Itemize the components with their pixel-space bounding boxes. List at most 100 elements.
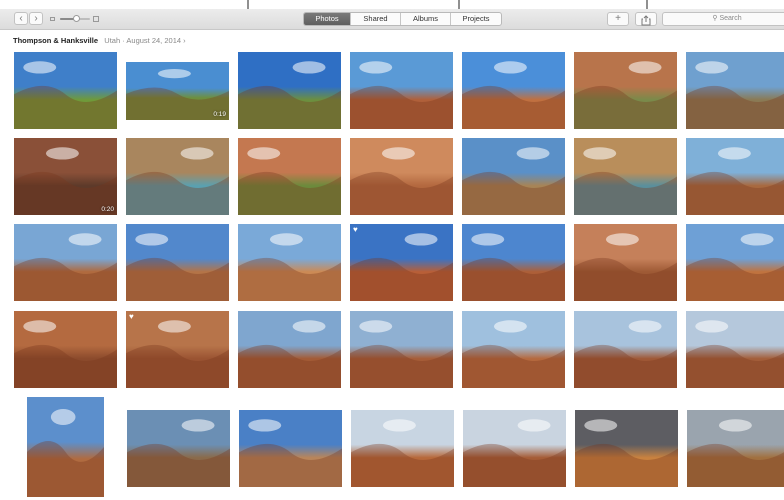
chevron-right-icon: › (34, 13, 38, 24)
photo-scene (686, 147, 784, 215)
forward-button[interactable]: › (29, 12, 43, 25)
photo-scene (462, 61, 565, 129)
photo-thumbnail[interactable] (14, 311, 117, 388)
photo-thumbnail[interactable] (686, 52, 784, 129)
photo-scene (574, 61, 677, 129)
photo-scene (350, 233, 453, 301)
photo-thumbnail[interactable]: ♥ (350, 224, 453, 301)
photo-thumbnail[interactable]: ♥ (126, 311, 229, 388)
photo-thumbnail[interactable] (238, 224, 341, 301)
photo-scene (351, 419, 454, 487)
photo-scene (238, 320, 341, 388)
plus-icon: + (615, 13, 621, 24)
photo-scene (462, 233, 565, 301)
photo-scene (238, 147, 341, 215)
tab-photos[interactable]: Photos (304, 13, 351, 25)
view-tabs: Photos Shared Albums Projects (303, 12, 502, 26)
photo-thumbnail[interactable] (574, 224, 677, 301)
add-button[interactable]: + (607, 12, 629, 26)
toolbar: ‹ › Photos Shared Albums Projects + ⚲ Se… (0, 9, 784, 30)
photo-scene (14, 147, 117, 215)
photo-scene (686, 61, 784, 129)
photo-scene (14, 61, 117, 129)
video-duration: 0:20 (101, 206, 114, 213)
photo-scene (687, 419, 784, 487)
chevron-left-icon: ‹ (19, 13, 23, 24)
photo-thumbnail[interactable] (14, 224, 117, 301)
photo-thumbnail[interactable] (574, 311, 677, 388)
photo-thumbnail[interactable] (238, 311, 341, 388)
photo-scene (574, 147, 677, 215)
small-photo-icon (50, 17, 55, 21)
photo-scene (238, 233, 341, 301)
photo-thumbnail[interactable] (350, 52, 453, 129)
photo-thumbnail[interactable]: 0:19 (126, 62, 229, 120)
zoom-knob[interactable] (73, 15, 80, 22)
photo-thumbnail[interactable] (686, 224, 784, 301)
photo-thumbnail[interactable] (350, 138, 453, 215)
tab-projects[interactable]: Projects (451, 13, 501, 25)
photo-thumbnail[interactable] (27, 397, 104, 497)
tab-albums[interactable]: Albums (401, 13, 451, 25)
photo-scene (462, 147, 565, 215)
photo-thumbnail[interactable] (686, 311, 784, 388)
photo-scene (350, 61, 453, 129)
photo-thumbnail[interactable] (126, 224, 229, 301)
moment-date: August 24, 2014 (126, 36, 182, 45)
photo-scene (350, 320, 453, 388)
photo-scene (350, 147, 453, 215)
chevron-right-icon: › (183, 36, 186, 45)
photo-thumbnail[interactable] (462, 311, 565, 388)
photo-thumbnail[interactable] (14, 52, 117, 129)
back-button[interactable]: ‹ (14, 12, 28, 25)
photo-thumbnail[interactable] (575, 410, 678, 487)
photo-scene (238, 61, 341, 129)
photo-thumbnail[interactable] (239, 410, 342, 487)
photo-thumbnail[interactable] (126, 138, 229, 215)
moment-header[interactable]: Thompson & Hanksville Utah · August 24, … (13, 36, 186, 45)
tab-shared[interactable]: Shared (351, 13, 401, 25)
heart-icon: ♥ (353, 225, 358, 234)
photo-thumbnail[interactable] (462, 52, 565, 129)
moment-region: Utah (104, 36, 121, 45)
photo-thumbnail[interactable] (462, 138, 565, 215)
photo-scene (463, 419, 566, 487)
video-duration: 0:19 (213, 111, 226, 118)
share-button[interactable] (635, 12, 657, 26)
photo-thumbnail[interactable] (574, 138, 677, 215)
heart-icon: ♥ (129, 312, 134, 321)
large-photo-icon (93, 16, 99, 22)
photo-scene (14, 233, 117, 301)
share-icon (641, 15, 651, 26)
photo-scene (686, 320, 784, 388)
photo-scene (126, 233, 229, 301)
search-placeholder: Search (719, 15, 742, 22)
photo-thumbnail[interactable] (687, 410, 784, 487)
photo-scene (574, 320, 677, 388)
photo-scene (127, 419, 230, 487)
photo-scene (462, 320, 565, 388)
photo-thumbnail[interactable] (127, 410, 230, 487)
separator-dot: · (122, 36, 125, 45)
photo-scene (575, 419, 678, 487)
photo-thumbnail[interactable] (238, 52, 341, 129)
photo-scene (27, 409, 104, 497)
photo-thumbnail[interactable] (574, 52, 677, 129)
photo-thumbnail[interactable] (686, 138, 784, 215)
photo-thumbnail[interactable] (238, 138, 341, 215)
photo-scene (126, 147, 229, 215)
photo-thumbnail[interactable] (462, 224, 565, 301)
zoom-slider[interactable] (50, 15, 99, 22)
photo-thumbnail[interactable] (463, 410, 566, 487)
photo-thumbnail[interactable]: 0:20 (14, 138, 117, 215)
photo-scene (14, 320, 117, 388)
moment-location: Thompson & Hanksville (13, 36, 99, 45)
photo-scene (126, 320, 229, 388)
search-field[interactable]: ⚲ Search (662, 12, 784, 26)
photo-thumbnail[interactable] (351, 410, 454, 487)
photo-scene (574, 233, 677, 301)
photo-thumbnail[interactable] (350, 311, 453, 388)
photo-scene (686, 233, 784, 301)
photo-scene (239, 419, 342, 487)
search-icon: ⚲ (712, 15, 718, 22)
